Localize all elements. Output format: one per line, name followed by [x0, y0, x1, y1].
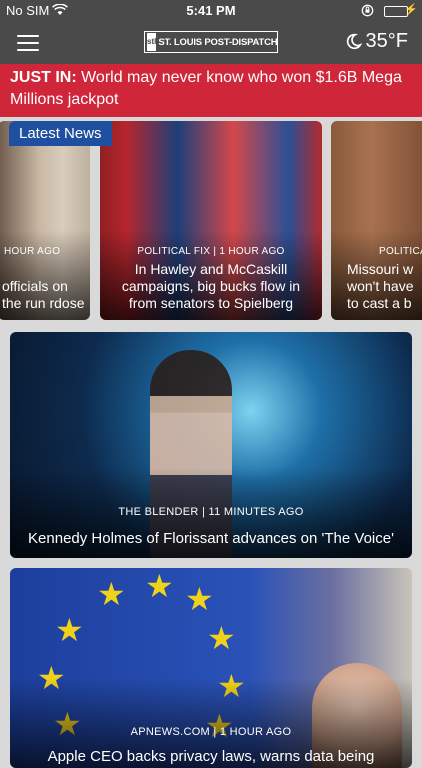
latest-news-carousel[interactable]: HOUR AGO officials on the run rdose POLI…	[0, 121, 422, 321]
news-card[interactable]: POLITICA Missouri w won't have to cast a…	[331, 121, 422, 320]
story-kicker: THE BLENDER | 11 MINUTES AGO	[118, 506, 304, 518]
card-kicker: POLITICAL FIX | 1 HOUR AGO	[137, 246, 285, 257]
breaking-news-banner[interactable]: JUST IN: World may never know who won $1…	[0, 64, 422, 117]
temperature: 35°F	[365, 30, 408, 52]
charging-bolt-icon: ⚡	[404, 4, 418, 16]
news-card[interactable]: HOUR AGO officials on the run rdose	[0, 121, 90, 320]
story-kicker: APNEWS.COM | 1 HOUR AGO	[130, 726, 292, 738]
story-card[interactable]: THE BLENDER | 11 MINUTES AGO Kennedy Hol…	[10, 332, 412, 558]
card-kicker: HOUR AGO	[4, 246, 61, 257]
logo-text: ST. LOUIS POST-DISPATCH	[158, 36, 278, 48]
clock: 5:41 PM	[186, 3, 236, 18]
moon-icon	[346, 33, 362, 50]
card-headline: Missouri w won't have to cast a b	[347, 261, 414, 311]
story-headline: Kennedy Holmes of Florissant advances on…	[28, 530, 394, 547]
rotation-lock-icon	[361, 4, 374, 20]
news-card[interactable]: POLITICAL FIX | 1 HOUR AGO In Hawley and…	[100, 121, 322, 320]
status-bar: No SIM 5:41 PM ⚡	[0, 0, 422, 22]
menu-icon[interactable]	[17, 35, 39, 51]
logo-mark: stl	[147, 33, 157, 51]
card-headline: In Hawley and McCaskill campaigns, big b…	[121, 261, 301, 311]
card-headline: officials on the run rdose	[2, 278, 85, 311]
card-kicker: POLITICA	[379, 246, 422, 257]
latest-news-badge: Latest News	[9, 121, 112, 146]
site-logo[interactable]: stl ST. LOUIS POST-DISPATCH	[144, 31, 278, 53]
app-header: stl ST. LOUIS POST-DISPATCH 35°F	[0, 22, 422, 64]
weather-widget[interactable]: 35°F	[345, 30, 408, 53]
breaking-tag: JUST IN:	[10, 69, 77, 86]
story-card[interactable]: ★ ★ ★ ★ ★ ★ ★ ★ ★ APNEWS.COM | 1 HOUR AG…	[10, 568, 412, 768]
